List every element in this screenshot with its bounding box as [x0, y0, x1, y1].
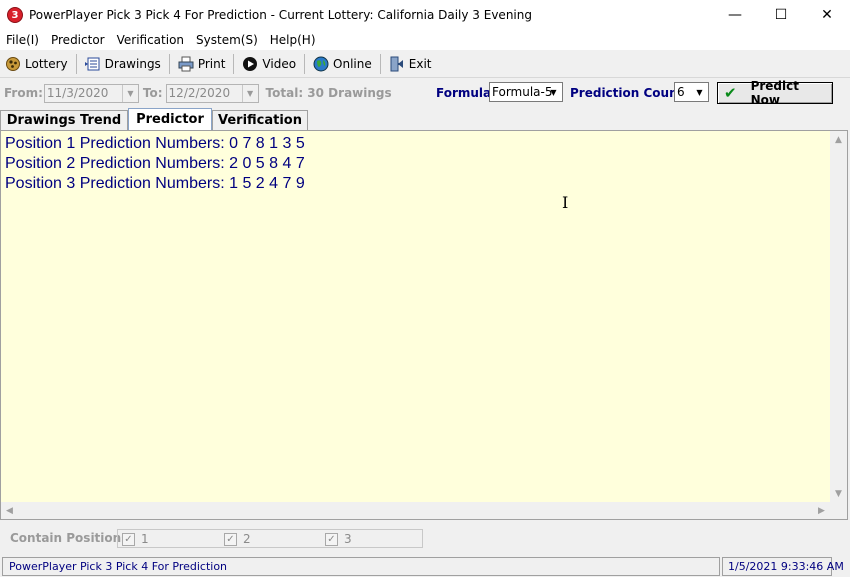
- predict-now-label: Predict Now: [750, 79, 799, 107]
- position-label: 3: [344, 532, 352, 546]
- toolbar: Lottery Drawings Print Video Online Exit: [0, 50, 850, 78]
- menu-bar: File(I) Predictor Verification System(S)…: [0, 30, 850, 50]
- globe-icon: [313, 56, 329, 72]
- formula-value: Formula-5: [492, 85, 553, 99]
- from-date-picker[interactable]: 11/3/2020 ▼: [43, 83, 139, 103]
- status-datetime: 1/5/2021 9:33:46 AM: [722, 557, 844, 576]
- position-label: 2: [243, 532, 251, 546]
- menu-file[interactable]: File(I): [0, 33, 45, 47]
- menu-predictor[interactable]: Predictor: [45, 33, 111, 47]
- tab-strip: Drawings Trend Predictor Verification: [0, 108, 850, 130]
- tab-drawings-trend[interactable]: Drawings Trend: [0, 110, 128, 130]
- status-bar: PowerPlayer Pick 3 Pick 4 For Prediction…: [0, 556, 850, 577]
- checkmark-icon: ✔: [724, 84, 737, 102]
- position-checkbox-3[interactable]: ✓ 3: [325, 532, 352, 546]
- scroll-left-icon[interactable]: ◀: [1, 502, 18, 519]
- close-button[interactable]: ✕: [804, 0, 850, 30]
- from-label: From:: [4, 86, 43, 100]
- scrollbar-corner: [830, 502, 847, 519]
- printer-icon: [178, 56, 194, 72]
- chevron-down-icon: ▼: [241, 84, 258, 102]
- toolbar-separator: [168, 53, 170, 74]
- menu-help[interactable]: Help(H): [264, 33, 322, 47]
- minimize-button[interactable]: —: [712, 0, 758, 30]
- from-date-value: 11/3/2020: [46, 86, 109, 100]
- checkmark-icon: ✓: [122, 532, 135, 546]
- formula-select[interactable]: Formula-5 ▼: [489, 82, 563, 102]
- menu-system[interactable]: System(S): [190, 33, 264, 47]
- result-line: Position 3 Prediction Numbers: 1 5 2 4 7…: [5, 175, 305, 192]
- lottery-label: Lottery: [25, 56, 68, 71]
- play-icon: [242, 56, 258, 72]
- menu-verification[interactable]: Verification: [111, 33, 190, 47]
- position-checkbox-2[interactable]: ✓ 2: [224, 532, 251, 546]
- toolbar-separator: [75, 53, 77, 74]
- window-title: PowerPlayer Pick 3 Pick 4 For Prediction…: [29, 8, 532, 22]
- toolbar-separator: [379, 53, 381, 74]
- lottery-balls-icon: [5, 56, 21, 72]
- scroll-right-icon[interactable]: ▶: [813, 502, 830, 519]
- drawings-label: Drawings: [104, 56, 161, 71]
- contain-positions-row: Contain Positions: ✓ 1 ✓ 2 ✓ 3: [0, 526, 850, 550]
- total-drawings: Total: 30 Drawings: [265, 86, 392, 100]
- print-label: Print: [197, 56, 226, 71]
- to-date-value: 12/2/2020: [168, 86, 231, 100]
- window-controls: — ☐ ✕: [712, 0, 850, 30]
- prediction-results-area[interactable]: Position 1 Prediction Numbers: 0 7 8 1 3…: [0, 130, 848, 520]
- positions-group: ✓ 1 ✓ 2 ✓ 3: [117, 529, 423, 548]
- prediction-count-value: 6: [677, 85, 685, 99]
- online-button[interactable]: Online: [308, 52, 377, 76]
- filter-row: From: 11/3/2020 ▼ To: 12/2/2020 ▼ Total:…: [0, 79, 850, 107]
- app-window: 3 PowerPlayer Pick 3 Pick 4 For Predicti…: [0, 0, 850, 577]
- formula-label: Formula:: [436, 86, 496, 100]
- checkmark-icon: ✓: [224, 532, 237, 546]
- video-label: Video: [262, 56, 297, 71]
- video-button[interactable]: Video: [237, 52, 301, 76]
- position-checkbox-1[interactable]: ✓ 1: [122, 532, 149, 546]
- horizontal-scrollbar[interactable]: ◀ ▶: [1, 502, 847, 519]
- chevron-down-icon: ▼: [121, 84, 138, 102]
- prediction-count-select[interactable]: 6 ▼: [674, 82, 709, 102]
- lottery-button[interactable]: Lottery: [0, 52, 73, 76]
- contain-positions-label: Contain Positions:: [10, 531, 134, 545]
- online-label: Online: [333, 56, 372, 71]
- scroll-up-icon[interactable]: ▲: [830, 131, 847, 148]
- toolbar-separator: [304, 53, 306, 74]
- drawings-button[interactable]: Drawings: [80, 52, 166, 76]
- tab-predictor[interactable]: Predictor: [128, 108, 212, 130]
- app-logo-icon: 3: [7, 7, 23, 23]
- chevron-down-icon: ▼: [550, 87, 557, 97]
- status-app-name: PowerPlayer Pick 3 Pick 4 For Prediction: [2, 557, 720, 576]
- maximize-button[interactable]: ☐: [758, 0, 804, 30]
- predict-now-button[interactable]: ✔ Predict Now: [717, 79, 833, 107]
- result-line: Position 1 Prediction Numbers: 0 7 8 1 3…: [5, 135, 305, 152]
- result-line: Position 2 Prediction Numbers: 2 0 5 8 4…: [5, 155, 305, 172]
- print-button[interactable]: Print: [173, 52, 231, 76]
- checkmark-icon: ✓: [325, 532, 338, 546]
- text-cursor-icon: I: [562, 193, 569, 212]
- exit-door-icon: [389, 56, 405, 72]
- exit-label: Exit: [408, 56, 432, 71]
- drawings-list-icon: [84, 56, 101, 72]
- to-label: To:: [142, 86, 163, 100]
- title-bar: 3 PowerPlayer Pick 3 Pick 4 For Predicti…: [0, 0, 850, 30]
- prediction-count-label: Prediction Count:: [570, 86, 689, 100]
- chevron-down-icon: ▼: [696, 87, 703, 97]
- scroll-down-icon[interactable]: ▼: [830, 485, 847, 502]
- toolbar-separator: [233, 53, 235, 74]
- position-label: 1: [141, 532, 149, 546]
- vertical-scrollbar[interactable]: ▲ ▼: [830, 131, 847, 502]
- tab-verification[interactable]: Verification: [212, 110, 308, 130]
- exit-button[interactable]: Exit: [384, 52, 437, 76]
- to-date-picker[interactable]: 12/2/2020 ▼: [165, 83, 259, 103]
